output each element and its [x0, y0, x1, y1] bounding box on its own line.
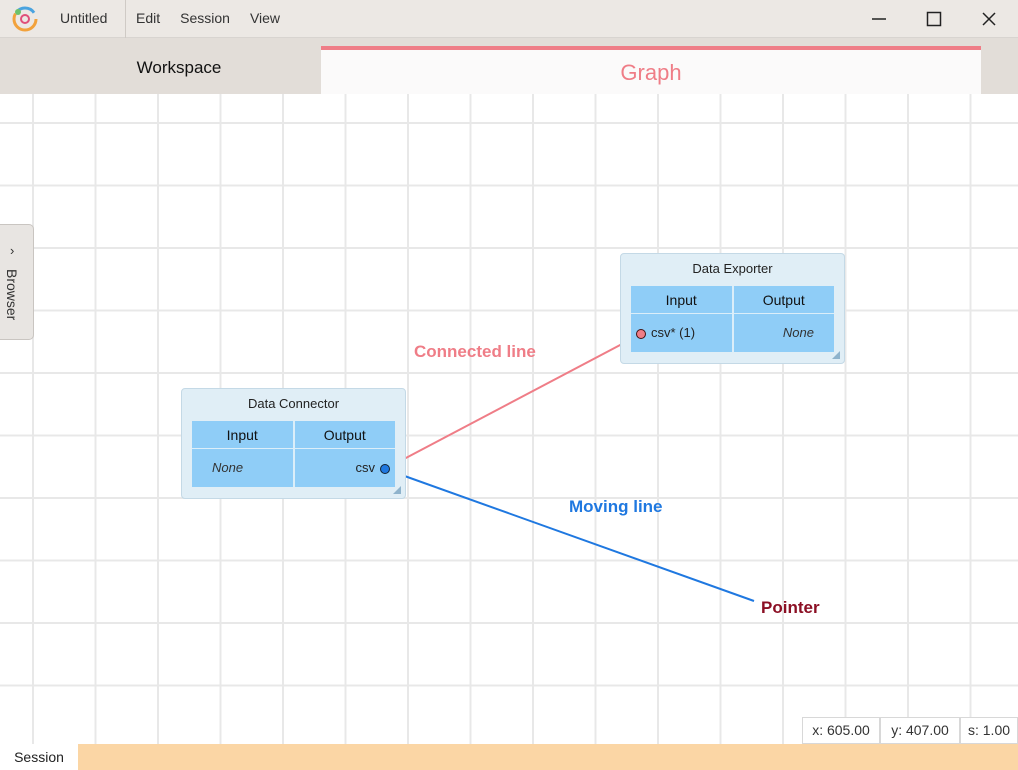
node-io-table: Input Output None csv: [192, 421, 395, 487]
status-bar: Session: [0, 744, 1018, 770]
output-value: None: [782, 325, 814, 340]
menu-edit[interactable]: Edit: [136, 0, 170, 38]
graph-canvas[interactable]: [0, 94, 1018, 744]
input-header: Input: [631, 286, 734, 313]
node-title: Data Connector: [247, 396, 340, 411]
window-title: Untitled: [60, 10, 108, 26]
app-logo-icon: [12, 6, 38, 32]
annotation-pointer: Pointer: [761, 598, 820, 617]
node-io-table: Input Output csv* (1) None: [631, 286, 834, 352]
browser-label: Browser: [4, 269, 20, 321]
input-header: Input: [192, 421, 295, 448]
tab-bar: Workspace Graph: [0, 38, 1018, 94]
input-value: csv* (1): [631, 314, 734, 352]
output-header: Output: [323, 427, 366, 443]
menu-session[interactable]: Session: [180, 0, 240, 38]
coord-x: x: 605.00: [802, 717, 880, 744]
maximize-icon: [926, 11, 942, 27]
minimize-icon: [872, 18, 886, 20]
menu-view[interactable]: View: [250, 0, 290, 38]
input-value: None: [192, 449, 295, 487]
coord-y: y: 407.00: [880, 717, 960, 744]
node-data-connector[interactable]: Data Connector Input Output None csv: [181, 388, 406, 499]
resize-handle-icon[interactable]: [832, 351, 840, 359]
menu-bar: Edit Session View: [136, 0, 300, 38]
maximize-button[interactable]: [907, 0, 961, 38]
node-title: Data Exporter: [692, 261, 773, 276]
session-tab[interactable]: Session: [0, 744, 78, 770]
title-divider: [125, 0, 126, 38]
node-data-exporter[interactable]: Data Exporter Input Output csv* (1) None: [620, 253, 845, 364]
tab-graph[interactable]: Graph: [321, 46, 981, 94]
title-bar: Untitled Edit Session View: [0, 0, 1018, 38]
resize-handle-icon[interactable]: [393, 486, 401, 494]
minimize-button[interactable]: [852, 0, 906, 38]
chevron-right-icon: ›: [10, 243, 15, 258]
output-header: Output: [762, 292, 805, 308]
close-button[interactable]: [962, 0, 1016, 38]
scale-readout: s: 1.00: [960, 717, 1018, 744]
annotation-connected-line: Connected line: [414, 342, 536, 361]
input-port-csv[interactable]: [636, 329, 646, 339]
browser-panel-toggle[interactable]: › Browser: [0, 224, 34, 340]
annotation-moving-line: Moving line: [569, 497, 663, 516]
close-icon: [982, 12, 996, 26]
tab-workspace[interactable]: Workspace: [40, 58, 318, 78]
output-port-csv[interactable]: [380, 464, 390, 474]
